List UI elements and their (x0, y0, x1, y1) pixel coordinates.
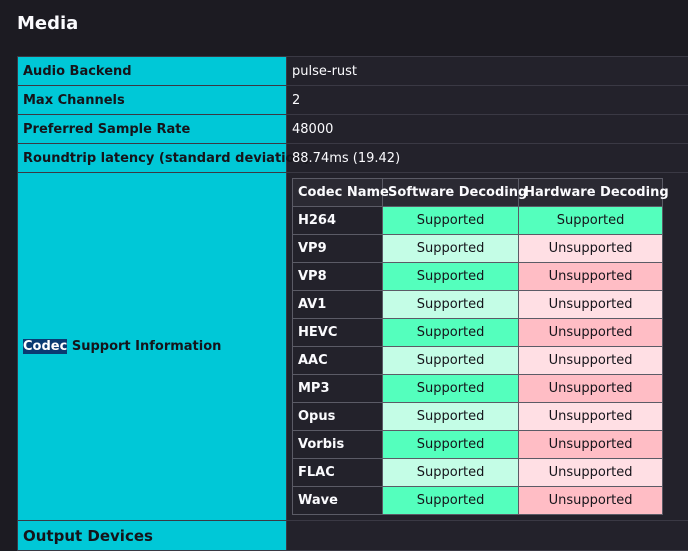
preferred-sample-rate-value: 48000 (286, 114, 688, 144)
hardware-decoding-status: Unsupported (518, 346, 663, 375)
codec-row: FLAC Supported Unsupported (291, 458, 663, 487)
codec-row: MP3 Supported Unsupported (291, 374, 663, 403)
software-decoding-status: Supported (382, 402, 520, 431)
hardware-decoding-status: Unsupported (518, 402, 663, 431)
row-audio-backend: Audio Backend pulse-rust (17, 56, 688, 86)
row-roundtrip-latency: Roundtrip latency (standard deviation) 8… (17, 143, 688, 173)
max-channels-value: 2 (286, 85, 688, 115)
software-decoding-status: Supported (382, 290, 520, 319)
software-decoding-status: Supported (382, 234, 520, 263)
hardware-decoding-status: Unsupported (518, 458, 663, 487)
hardware-decoding-status: Unsupported (518, 430, 663, 459)
codec-name: Vorbis (291, 430, 384, 459)
roundtrip-latency-value: 88.74ms (19.42) (286, 143, 688, 173)
codec-row: HEVC Supported Unsupported (291, 318, 663, 347)
section-title: Media (17, 13, 79, 34)
codec-row: Wave Supported Unsupported (291, 486, 663, 515)
codec-name: MP3 (291, 374, 384, 403)
preferred-sample-rate-label: Preferred Sample Rate (17, 114, 287, 144)
codec-name: VP8 (291, 262, 384, 291)
codec-name: VP9 (291, 234, 384, 263)
software-decoding-status: Supported (382, 346, 520, 375)
row-max-channels: Max Channels 2 (17, 85, 688, 115)
hardware-decoding-status: Unsupported (518, 374, 663, 403)
hardware-decoding-status: Unsupported (518, 290, 663, 319)
software-decoding-header: Software Decoding (382, 178, 527, 207)
codec-row: VP9 Supported Unsupported (291, 234, 663, 263)
audio-backend-label: Audio Backend (17, 56, 287, 86)
hardware-decoding-header: Hardware Decoding (518, 178, 669, 207)
hardware-decoding-status: Unsupported (518, 318, 663, 347)
media-table: Audio Backend pulse-rust Max Channels 2 … (17, 56, 688, 551)
codec-row: H264 Supported Supported (291, 206, 663, 235)
hardware-decoding-status: Supported (518, 206, 663, 235)
hardware-decoding-status: Unsupported (518, 486, 663, 515)
codec-name: Opus (291, 402, 384, 431)
codec-highlight: Codec (23, 339, 68, 354)
row-codec-support: Codec Support Information Codec Name Sof… (17, 172, 688, 521)
codec-row: VP8 Supported Unsupported (291, 262, 663, 291)
codec-name: AAC (291, 346, 384, 375)
roundtrip-latency-label: Roundtrip latency (standard deviation) (17, 143, 310, 173)
audio-backend-value: pulse-rust (286, 56, 688, 86)
codec-name-header: Codec Name (291, 178, 389, 207)
output-devices-label: Output Devices (17, 520, 287, 551)
codec-name: Wave (291, 486, 384, 515)
hardware-decoding-status: Unsupported (518, 234, 663, 263)
software-decoding-status: Supported (382, 262, 520, 291)
codec-name: AV1 (291, 290, 384, 319)
software-decoding-status: Supported (382, 430, 520, 459)
codec-row: Vorbis Supported Unsupported (291, 430, 663, 459)
codec-row: AAC Supported Unsupported (291, 346, 663, 375)
software-decoding-status: Supported (382, 374, 520, 403)
codec-name: HEVC (291, 318, 384, 347)
hardware-decoding-status: Unsupported (518, 262, 663, 291)
codec-support-cell: Codec Name Software Decoding Hardware De… (286, 172, 688, 521)
max-channels-label: Max Channels (17, 85, 287, 115)
codec-row: AV1 Supported Unsupported (291, 290, 663, 319)
codec-header-row: Codec Name Software Decoding Hardware De… (291, 178, 669, 207)
codec-table: Codec Name Software Decoding Hardware De… (291, 178, 669, 515)
software-decoding-status: Supported (382, 486, 520, 515)
codec-name: FLAC (291, 458, 384, 487)
output-devices-value (286, 520, 688, 551)
software-decoding-status: Supported (382, 318, 520, 347)
codec-row: Opus Supported Unsupported (291, 402, 663, 431)
codec-support-label-rest: Support Information (67, 339, 222, 354)
codec-support-label: Codec Support Information (17, 172, 287, 521)
software-decoding-status: Supported (382, 458, 520, 487)
software-decoding-status: Supported (382, 206, 520, 235)
row-preferred-sample-rate: Preferred Sample Rate 48000 (17, 114, 688, 144)
codec-name: H264 (291, 206, 384, 235)
row-output-devices: Output Devices (17, 520, 688, 551)
